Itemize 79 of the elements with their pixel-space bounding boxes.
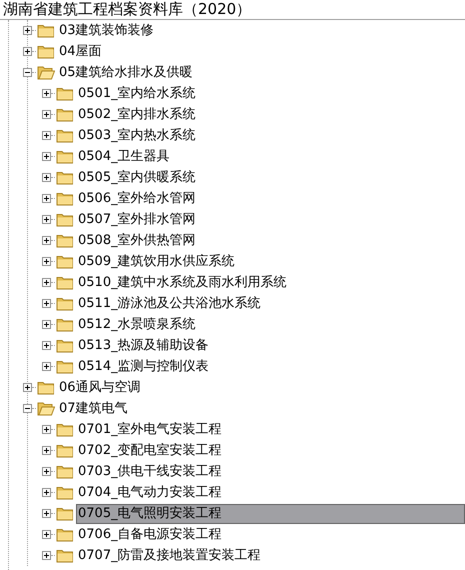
expand-icon[interactable] — [42, 551, 51, 560]
tree-item[interactable]: 0512_水景喷泉系统 — [76, 314, 198, 334]
tree-item[interactable]: 04屋面 — [57, 42, 104, 62]
folder-icon — [56, 464, 74, 479]
collapse-icon[interactable] — [23, 68, 32, 77]
tree-item[interactable]: 0703_供电干线安装工程 — [76, 462, 224, 482]
expand-icon[interactable] — [42, 341, 51, 350]
tree-item[interactable]: 0514_监测与控制仪表 — [76, 356, 211, 376]
tree-item[interactable]: 0707_防雷及接地装置安装工程 — [76, 546, 263, 566]
open-folder-icon — [37, 401, 55, 416]
expand-icon[interactable] — [42, 194, 51, 203]
folder-icon — [56, 275, 74, 290]
folder-icon — [56, 485, 74, 500]
tree-item[interactable]: 0505_室内供暖系统 — [76, 168, 198, 188]
expand-icon[interactable] — [42, 89, 51, 98]
expand-icon[interactable] — [42, 215, 51, 224]
folder-icon — [56, 212, 74, 227]
tree-item[interactable]: 0507_室外排水管网 — [76, 210, 198, 230]
expand-icon[interactable] — [42, 257, 51, 266]
expand-icon[interactable] — [42, 236, 51, 245]
expand-icon[interactable] — [42, 299, 51, 308]
folder-icon — [56, 191, 74, 206]
tree-item[interactable]: 0501_室内给水系统 — [76, 84, 198, 104]
tree-item[interactable]: 0705_电气照明安装工程 — [76, 504, 465, 524]
folder-icon — [56, 296, 74, 311]
tree-item[interactable]: 06通风与空调 — [57, 378, 143, 398]
folder-icon — [56, 86, 74, 101]
tree-item[interactable]: 0511_游泳池及公共浴池水系统 — [76, 294, 263, 314]
folder-icon — [56, 233, 74, 248]
expand-icon[interactable] — [42, 530, 51, 539]
expand-icon[interactable] — [42, 488, 51, 497]
expand-icon[interactable] — [42, 509, 51, 518]
tree-item[interactable]: 0503_室内热水系统 — [76, 126, 198, 146]
expand-icon[interactable] — [42, 446, 51, 455]
expand-icon[interactable] — [23, 26, 32, 35]
tree-item[interactable]: 05建筑给水排水及供暖 — [57, 62, 195, 82]
tree-item[interactable]: 0506_室外给水管网 — [76, 188, 198, 208]
tree-item[interactable]: 0701_室外电气安装工程 — [76, 420, 224, 440]
expand-icon[interactable] — [23, 47, 32, 56]
folder-icon — [56, 527, 74, 542]
tree-item[interactable]: 0502_室内排水系统 — [76, 104, 198, 124]
folder-icon — [37, 44, 55, 59]
tree-item[interactable]: 07建筑电气 — [57, 398, 130, 418]
folder-icon — [56, 338, 74, 353]
expand-icon[interactable] — [42, 110, 51, 119]
expand-icon[interactable] — [42, 152, 51, 161]
folder-icon — [56, 107, 74, 122]
tree-item[interactable]: 0704_电气动力安装工程 — [76, 482, 224, 502]
tree-item[interactable]: 0508_室外供热管网 — [76, 230, 198, 250]
tree-item[interactable]: 0702_变配电室安装工程 — [76, 440, 224, 460]
expand-icon[interactable] — [42, 320, 51, 329]
expand-icon[interactable] — [42, 467, 51, 476]
folder-icon — [56, 422, 74, 437]
expand-icon[interactable] — [42, 425, 51, 434]
folder-icon — [56, 506, 74, 521]
tree-item[interactable]: 0509_建筑饮用水供应系统 — [76, 252, 237, 272]
folder-icon — [56, 128, 74, 143]
folder-icon — [56, 443, 74, 458]
tree-item[interactable]: 0510_建筑中水系统及雨水利用系统 — [76, 272, 289, 292]
window-title: 湖南省建筑工程档案资料库（2020） — [0, 0, 465, 20]
expand-icon[interactable] — [42, 173, 51, 182]
folder-icon — [56, 359, 74, 374]
open-folder-icon — [37, 65, 55, 80]
folder-icon — [56, 317, 74, 332]
tree-item[interactable]: 0706_自备电源安装工程 — [76, 524, 224, 544]
collapse-icon[interactable] — [23, 404, 32, 413]
folder-icon — [56, 548, 74, 563]
tree-item[interactable]: 0513_热源及辅助设备 — [76, 336, 211, 356]
expand-icon[interactable] — [42, 131, 51, 140]
tree-item[interactable]: 0504_卫生器具 — [76, 146, 172, 166]
folder-icon — [56, 254, 74, 269]
folder-icon — [37, 23, 55, 38]
expand-icon[interactable] — [23, 383, 32, 392]
folder-icon — [56, 170, 74, 185]
folder-icon — [37, 380, 55, 395]
tree-item[interactable]: 03建筑装饰装修 — [57, 20, 156, 40]
expand-icon[interactable] — [42, 278, 51, 287]
expand-icon[interactable] — [42, 362, 51, 371]
folder-icon — [56, 149, 74, 164]
